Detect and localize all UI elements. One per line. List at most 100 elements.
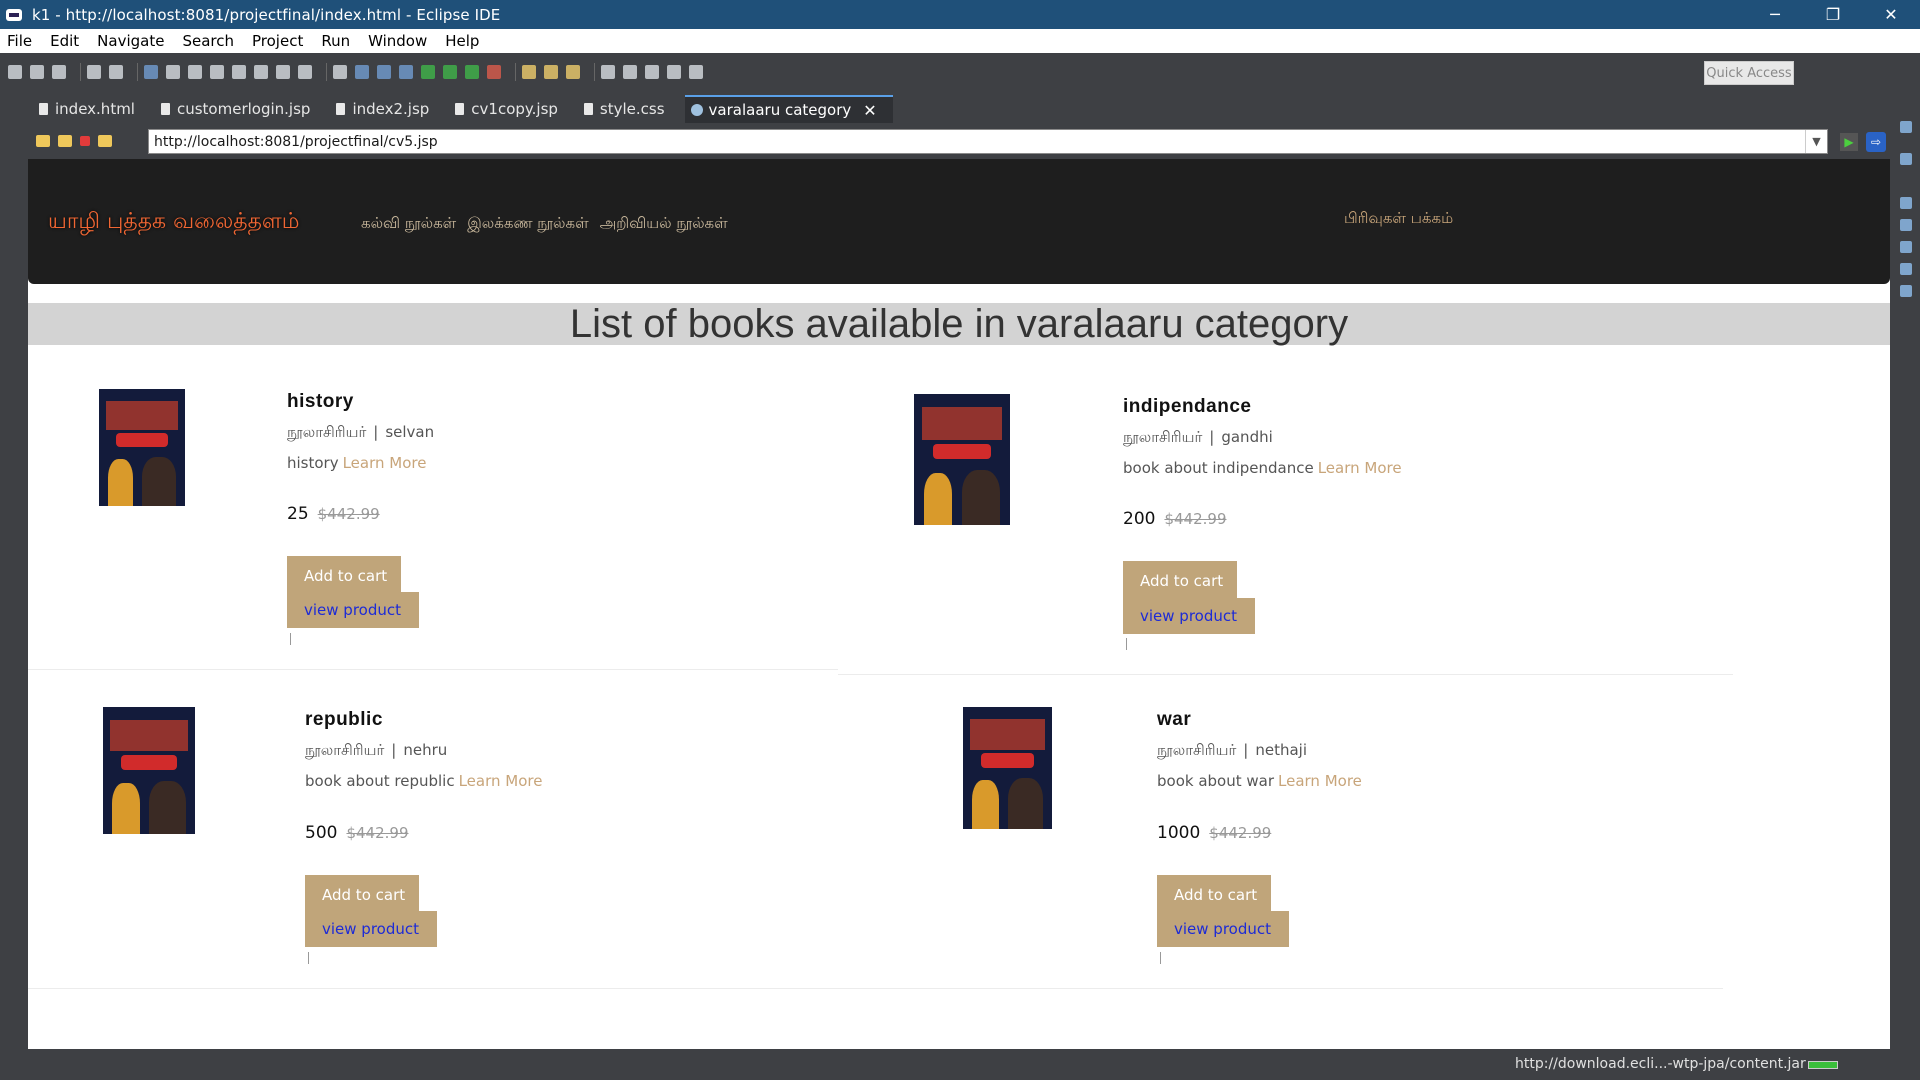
learn-more-link[interactable]: Learn More	[1278, 772, 1362, 790]
menu-navigate[interactable]: Navigate	[97, 32, 164, 50]
learn-more-link[interactable]: Learn More	[1318, 459, 1402, 477]
nav-link-science[interactable]: அறிவியல் நூல்கள்	[600, 214, 728, 234]
pin-editor-icon[interactable]	[623, 65, 637, 79]
learn-more-link[interactable]: Learn More	[343, 454, 427, 472]
resume-icon[interactable]	[166, 65, 180, 79]
status-bar: http://download.ecli...-wtp-jpa/content.…	[0, 1049, 1920, 1080]
toggle-mark-icon[interactable]	[333, 65, 347, 79]
minimize-button[interactable]: ─	[1746, 0, 1804, 29]
terminate-icon[interactable]	[210, 65, 224, 79]
book-cover[interactable]	[103, 707, 195, 834]
refresh-icon[interactable]	[98, 135, 112, 147]
product-price: 500 $442.99	[305, 823, 409, 843]
book-cover[interactable]	[914, 394, 1010, 525]
add-to-cart-button[interactable]: Add to cart	[305, 875, 419, 915]
open-type-icon[interactable]	[355, 65, 369, 79]
menu-run[interactable]: Run	[321, 32, 350, 50]
product-author: நூலாசிரியர் | selvan	[287, 423, 435, 441]
stop-icon[interactable]	[80, 136, 90, 146]
servers-icon[interactable]	[1900, 197, 1912, 209]
view-product-button[interactable]: view product	[1157, 911, 1289, 947]
save-all-icon[interactable]	[52, 65, 66, 79]
progress-indicator[interactable]	[1808, 1061, 1838, 1069]
url-input[interactable]: http://localhost:8081/projectfinal/cv5.j…	[148, 129, 1828, 154]
server-icon[interactable]	[377, 65, 391, 79]
nav-link-education[interactable]: கல்வி நூல்கள்	[361, 214, 456, 234]
file-icon	[455, 103, 465, 115]
tab-style-css[interactable]: style.css	[578, 95, 681, 123]
menu-search[interactable]: Search	[182, 32, 234, 50]
nav-link-categories[interactable]: பிரிவுகள் பக்கம்	[1344, 209, 1453, 229]
suspend-icon[interactable]	[188, 65, 202, 79]
product-name[interactable]: indipendance	[1123, 396, 1251, 418]
tab-index2-jsp[interactable]: index2.jsp	[330, 95, 445, 123]
add-to-cart-button[interactable]: Add to cart	[1123, 561, 1237, 601]
properties-icon[interactable]	[1900, 285, 1912, 297]
step-over-icon[interactable]	[276, 65, 290, 79]
menu-window[interactable]: Window	[368, 32, 427, 50]
print-icon[interactable]	[87, 65, 101, 79]
outline-icon[interactable]	[1900, 121, 1912, 133]
url-text: http://localhost:8081/projectfinal/cv5.j…	[154, 133, 438, 150]
pencil-icon[interactable]	[566, 65, 580, 79]
close-tab-icon[interactable]: ✕	[863, 101, 876, 120]
book-cover[interactable]	[963, 707, 1052, 829]
globe-icon	[690, 104, 703, 116]
product-name[interactable]: republic	[305, 709, 383, 731]
arrow-left-icon[interactable]	[667, 65, 681, 79]
tab-varalaaru-category[interactable]: varalaaru category ✕	[684, 95, 893, 123]
chevron-down-icon[interactable]: ▼	[1805, 130, 1827, 153]
profile-icon[interactable]	[109, 65, 123, 79]
divider	[1160, 952, 1161, 964]
new-icon[interactable]	[8, 65, 22, 79]
old-price: $442.99	[317, 505, 380, 523]
maximize-button[interactable]: ❐	[1804, 0, 1862, 29]
add-to-cart-button[interactable]: Add to cart	[287, 556, 401, 596]
divider	[308, 952, 309, 964]
nav-link-grammar[interactable]: இலக்கண நூல்கள்	[467, 214, 588, 234]
tab-customerlogin-jsp[interactable]: customerlogin.jsp	[155, 95, 326, 123]
book-cover[interactable]	[99, 389, 185, 506]
disconnect-icon[interactable]	[232, 65, 246, 79]
markers-icon[interactable]	[1900, 263, 1912, 275]
view-product-button[interactable]: view product	[305, 911, 437, 947]
close-window-button[interactable]: ✕	[1862, 0, 1920, 29]
forward-arrow-icon[interactable]	[58, 135, 72, 147]
site-brand[interactable]: யாழி புத்தக வலைத்தளம்	[48, 209, 299, 237]
skip-breakpoints-icon[interactable]	[144, 65, 158, 79]
tab-index-html[interactable]: index.html	[33, 95, 151, 123]
open-external-button[interactable]: ⇨	[1866, 132, 1886, 152]
menu-project[interactable]: Project	[252, 32, 303, 50]
view-product-button[interactable]: view product	[1123, 598, 1255, 634]
row-divider	[28, 988, 1723, 989]
annotation-icon[interactable]	[601, 65, 615, 79]
coverage-icon[interactable]	[465, 65, 479, 79]
step-into-icon[interactable]	[254, 65, 268, 79]
run-icon[interactable]	[443, 65, 457, 79]
menu-file[interactable]: File	[7, 32, 32, 50]
open-project-icon[interactable]	[544, 65, 558, 79]
back-icon[interactable]	[645, 65, 659, 79]
menu-help[interactable]: Help	[445, 32, 479, 50]
open-folder-icon[interactable]	[522, 65, 536, 79]
view-product-button[interactable]: view product	[287, 592, 419, 628]
tab-cv1copy-jsp[interactable]: cv1copy.jsp	[449, 95, 574, 123]
problems-icon[interactable]	[1900, 241, 1912, 253]
save-icon[interactable]	[30, 65, 44, 79]
menu-edit[interactable]: Edit	[50, 32, 79, 50]
console-icon[interactable]	[1900, 219, 1912, 231]
product-name[interactable]: war	[1157, 709, 1191, 731]
task-list-icon[interactable]	[1900, 153, 1912, 165]
step-return-icon[interactable]	[298, 65, 312, 79]
web-browser-icon[interactable]	[399, 65, 413, 79]
old-price: $442.99	[1164, 510, 1227, 528]
add-to-cart-button[interactable]: Add to cart	[1157, 875, 1271, 915]
go-button[interactable]: ▶	[1840, 133, 1858, 151]
quick-access-field[interactable]: Quick Access	[1704, 61, 1794, 85]
learn-more-link[interactable]: Learn More	[459, 772, 543, 790]
debug-icon[interactable]	[421, 65, 435, 79]
product-name[interactable]: history	[287, 391, 354, 413]
back-arrow-icon[interactable]	[36, 135, 50, 147]
external-tools-icon[interactable]	[487, 65, 501, 79]
arrow-right-icon[interactable]	[689, 65, 703, 79]
